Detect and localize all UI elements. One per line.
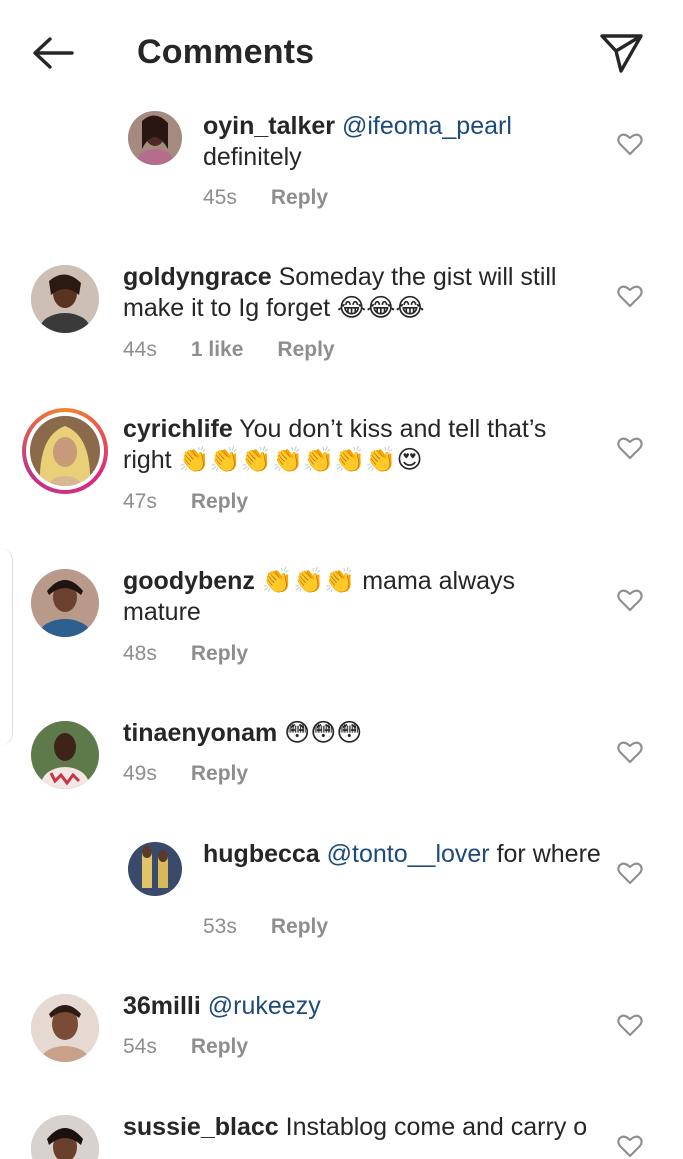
comment-meta: 44s 1 like Reply — [123, 338, 369, 362]
comment-meta: 49s Reply — [123, 762, 282, 786]
comment-meta: 45s Reply — [203, 186, 362, 210]
comment-text: oyin_talker @ifeoma_pearl definitely — [203, 111, 603, 173]
comment-username[interactable]: 36milli — [123, 992, 201, 1020]
comment-username[interactable]: tinaenyonam — [123, 719, 277, 747]
arrow-left-icon — [33, 37, 74, 69]
comment-meta: 53s Reply — [203, 915, 362, 939]
header-bar: Comments — [0, 0, 683, 100]
comment-item: 36milli @rukeezy 54s Reply — [0, 991, 683, 1081]
reply-button[interactable]: Reply — [271, 186, 328, 209]
heart-outline-icon[interactable] — [617, 861, 643, 885]
comment-username[interactable]: oyin_talker — [203, 112, 335, 140]
comment-item: hugbecca @tonto__lover for where 53s Repl… — [0, 839, 683, 959]
comment-item: oyin_talker @ifeoma_pearl definitely 45s… — [0, 108, 683, 228]
back-button[interactable] — [28, 30, 78, 76]
share-button[interactable] — [597, 30, 647, 76]
comment-username[interactable]: sussie_blacc — [123, 1113, 279, 1141]
comment-meta: 54s Reply — [123, 1035, 282, 1059]
comment-username[interactable]: goodybenz — [123, 567, 255, 595]
user-photo — [128, 842, 182, 896]
comment-text: hugbecca @tonto__lover for where — [203, 839, 603, 870]
heart-outline-icon[interactable] — [617, 588, 643, 612]
comment-text: 36milli @rukeezy — [123, 991, 593, 1022]
comment-item: goodybenz 👏👏👏 mama always mature 48s Repl… — [0, 566, 683, 686]
comment-body: Instablog come and carry o — [278, 1113, 588, 1141]
user-photo — [30, 416, 100, 486]
avatar[interactable] — [128, 842, 182, 896]
comment-item: tinaenyonam 😳😳😳 49s Reply — [0, 718, 683, 808]
avatar[interactable] — [31, 1115, 99, 1159]
comment-item: sussie_blacc Instablog come and carry o — [0, 1112, 683, 1159]
heart-outline-icon[interactable] — [617, 1013, 643, 1037]
comment-body: definitely — [203, 143, 302, 171]
user-photo — [31, 1115, 99, 1159]
avatar[interactable] — [31, 265, 99, 333]
comment-time: 53s — [203, 915, 237, 938]
reply-button[interactable]: Reply — [191, 762, 248, 785]
user-photo — [31, 721, 99, 789]
avatar[interactable] — [31, 994, 99, 1062]
comment-username[interactable]: hugbecca — [203, 840, 320, 868]
comment-username[interactable]: cyrichlife — [123, 415, 233, 443]
heart-outline-icon[interactable] — [617, 1134, 643, 1158]
comment-item: goldyngrace Someday the gist will still … — [0, 262, 683, 382]
reply-button[interactable]: Reply — [191, 1035, 248, 1058]
avatar[interactable] — [128, 111, 182, 165]
user-photo — [128, 111, 182, 165]
page-title: Comments — [137, 33, 315, 71]
comment-text: goldyngrace Someday the gist will still … — [123, 262, 593, 324]
heart-outline-icon[interactable] — [617, 740, 643, 764]
user-photo — [31, 569, 99, 637]
reply-button[interactable]: Reply — [271, 915, 328, 938]
reply-button[interactable]: Reply — [191, 642, 248, 665]
comment-item: cyrichlife You don’t kiss and tell that’… — [0, 408, 683, 534]
comment-text: tinaenyonam 😳😳😳 — [123, 718, 593, 749]
comment-username[interactable]: goldyngrace — [123, 263, 272, 291]
reply-button[interactable]: Reply — [277, 338, 334, 361]
comment-mention[interactable]: @ifeoma_pearl — [342, 112, 512, 140]
heart-outline-icon[interactable] — [617, 132, 643, 156]
comment-meta: 48s Reply — [123, 642, 282, 666]
comment-time: 47s — [123, 490, 157, 513]
comment-meta: 47s Reply — [123, 490, 282, 514]
user-photo — [31, 994, 99, 1062]
comment-mention[interactable]: @tonto__lover — [327, 840, 490, 868]
avatar[interactable] — [30, 416, 100, 486]
avatar[interactable] — [31, 721, 99, 789]
heart-outline-icon[interactable] — [617, 284, 643, 308]
comment-time: 48s — [123, 642, 157, 665]
comment-text: sussie_blacc Instablog come and carry o — [123, 1112, 593, 1143]
comment-mention[interactable]: @rukeezy — [208, 992, 321, 1020]
comment-text: goodybenz 👏👏👏 mama always mature — [123, 566, 593, 628]
comment-time: 54s — [123, 1035, 157, 1058]
comment-text: cyrichlife You don’t kiss and tell that’… — [123, 414, 593, 476]
avatar[interactable] — [31, 569, 99, 637]
comment-body: for where — [489, 840, 601, 868]
user-photo — [31, 265, 99, 333]
comment-time: 49s — [123, 762, 157, 785]
reply-button[interactable]: Reply — [191, 490, 248, 513]
comment-time: 45s — [203, 186, 237, 209]
heart-outline-icon[interactable] — [617, 436, 643, 460]
comment-body: 😳😳😳 — [277, 719, 363, 747]
like-count[interactable]: 1 like — [191, 338, 244, 361]
paper-plane-icon — [600, 34, 643, 73]
comment-time: 44s — [123, 338, 157, 361]
